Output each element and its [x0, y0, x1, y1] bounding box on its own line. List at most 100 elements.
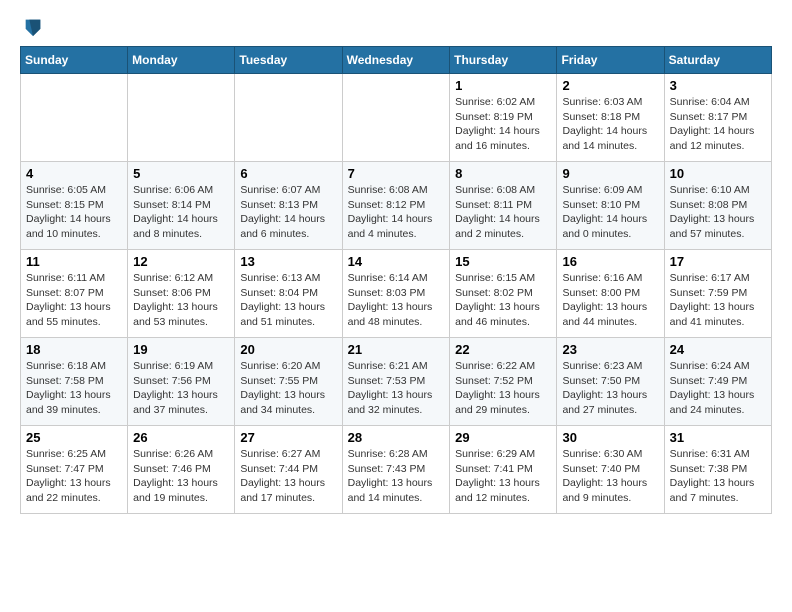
calendar-cell: 2 Sunrise: 6:03 AM Sunset: 8:18 PM Daylig…	[557, 74, 664, 162]
day-info: Sunrise: 6:06 AM Sunset: 8:14 PM Dayligh…	[133, 183, 229, 242]
day-number: 3	[670, 78, 766, 93]
calendar-header-tuesday: Tuesday	[235, 47, 342, 74]
calendar-cell: 14 Sunrise: 6:14 AM Sunset: 8:03 PM Dayli…	[342, 250, 450, 338]
calendar-cell: 26 Sunrise: 6:26 AM Sunset: 7:46 PM Dayli…	[128, 426, 235, 514]
day-number: 17	[670, 254, 766, 269]
calendar-cell: 31Sunrise: 6:31 AM Sunset: 7:38 PM Dayli…	[664, 426, 771, 514]
day-number: 4	[26, 166, 122, 181]
calendar-cell: 10Sunrise: 6:10 AM Sunset: 8:08 PM Dayli…	[664, 162, 771, 250]
day-info: Sunrise: 6:16 AM Sunset: 8:00 PM Dayligh…	[562, 271, 658, 330]
day-number: 26	[133, 430, 229, 445]
day-number: 25	[26, 430, 122, 445]
day-info: Sunrise: 6:15 AM Sunset: 8:02 PM Dayligh…	[455, 271, 551, 330]
day-number: 22	[455, 342, 551, 357]
day-number: 8	[455, 166, 551, 181]
day-info: Sunrise: 6:13 AM Sunset: 8:04 PM Dayligh…	[240, 271, 336, 330]
day-number: 1	[455, 78, 551, 93]
day-number: 11	[26, 254, 122, 269]
day-number: 27	[240, 430, 336, 445]
calendar-header-row: SundayMondayTuesdayWednesdayThursdayFrid…	[21, 47, 772, 74]
day-number: 20	[240, 342, 336, 357]
day-info: Sunrise: 6:08 AM Sunset: 8:11 PM Dayligh…	[455, 183, 551, 242]
day-info: Sunrise: 6:21 AM Sunset: 7:53 PM Dayligh…	[348, 359, 445, 418]
calendar-cell: 9Sunrise: 6:09 AM Sunset: 8:10 PM Daylig…	[557, 162, 664, 250]
day-number: 30	[562, 430, 658, 445]
calendar-table: SundayMondayTuesdayWednesdayThursdayFrid…	[20, 46, 772, 514]
calendar-cell	[342, 74, 450, 162]
calendar-cell: 3 Sunrise: 6:04 AM Sunset: 8:17 PM Daylig…	[664, 74, 771, 162]
day-info: Sunrise: 6:07 AM Sunset: 8:13 PM Dayligh…	[240, 183, 336, 242]
calendar-week-row: 11 Sunrise: 6:11 AM Sunset: 8:07 PM Dayli…	[21, 250, 772, 338]
day-info: Sunrise: 6:19 AM Sunset: 7:56 PM Dayligh…	[133, 359, 229, 418]
calendar-week-row: 18 Sunrise: 6:18 AM Sunset: 7:58 PM Dayli…	[21, 338, 772, 426]
day-number: 24	[670, 342, 766, 357]
calendar-cell: 17Sunrise: 6:17 AM Sunset: 7:59 PM Dayli…	[664, 250, 771, 338]
day-info: Sunrise: 6:30 AM Sunset: 7:40 PM Dayligh…	[562, 447, 658, 506]
day-number: 23	[562, 342, 658, 357]
day-info: Sunrise: 6:02 AM Sunset: 8:19 PM Dayligh…	[455, 95, 551, 154]
calendar-cell: 13 Sunrise: 6:13 AM Sunset: 8:04 PM Dayli…	[235, 250, 342, 338]
day-info: Sunrise: 6:20 AM Sunset: 7:55 PM Dayligh…	[240, 359, 336, 418]
day-info: Sunrise: 6:23 AM Sunset: 7:50 PM Dayligh…	[562, 359, 658, 418]
day-info: Sunrise: 6:05 AM Sunset: 8:15 PM Dayligh…	[26, 183, 122, 242]
calendar-cell: 15 Sunrise: 6:15 AM Sunset: 8:02 PM Dayli…	[450, 250, 557, 338]
day-info: Sunrise: 6:09 AM Sunset: 8:10 PM Dayligh…	[562, 183, 658, 242]
day-info: Sunrise: 6:26 AM Sunset: 7:46 PM Dayligh…	[133, 447, 229, 506]
calendar-header-monday: Monday	[128, 47, 235, 74]
calendar-week-row: 25 Sunrise: 6:25 AM Sunset: 7:47 PM Dayli…	[21, 426, 772, 514]
calendar-cell: 16 Sunrise: 6:16 AM Sunset: 8:00 PM Dayli…	[557, 250, 664, 338]
calendar-cell: 29 Sunrise: 6:29 AM Sunset: 7:41 PM Dayli…	[450, 426, 557, 514]
day-info: Sunrise: 6:18 AM Sunset: 7:58 PM Dayligh…	[26, 359, 122, 418]
day-number: 19	[133, 342, 229, 357]
calendar-cell: 6 Sunrise: 6:07 AM Sunset: 8:13 PM Daylig…	[235, 162, 342, 250]
day-number: 28	[348, 430, 445, 445]
day-info: Sunrise: 6:29 AM Sunset: 7:41 PM Dayligh…	[455, 447, 551, 506]
day-number: 6	[240, 166, 336, 181]
calendar-cell	[21, 74, 128, 162]
logo-arrow-icon	[22, 16, 44, 38]
day-info: Sunrise: 6:25 AM Sunset: 7:47 PM Dayligh…	[26, 447, 122, 506]
calendar-cell	[128, 74, 235, 162]
calendar-cell: 30 Sunrise: 6:30 AM Sunset: 7:40 PM Dayli…	[557, 426, 664, 514]
calendar-header-thursday: Thursday	[450, 47, 557, 74]
day-info: Sunrise: 6:31 AM Sunset: 7:38 PM Dayligh…	[670, 447, 766, 506]
day-info: Sunrise: 6:04 AM Sunset: 8:17 PM Dayligh…	[670, 95, 766, 154]
day-number: 5	[133, 166, 229, 181]
calendar-cell: 22 Sunrise: 6:22 AM Sunset: 7:52 PM Dayli…	[450, 338, 557, 426]
day-info: Sunrise: 6:28 AM Sunset: 7:43 PM Dayligh…	[348, 447, 445, 506]
calendar-cell: 28 Sunrise: 6:28 AM Sunset: 7:43 PM Dayli…	[342, 426, 450, 514]
logo	[20, 16, 44, 38]
calendar-header-friday: Friday	[557, 47, 664, 74]
day-number: 13	[240, 254, 336, 269]
calendar-week-row: 1 Sunrise: 6:02 AM Sunset: 8:19 PM Daylig…	[21, 74, 772, 162]
day-number: 29	[455, 430, 551, 445]
day-number: 16	[562, 254, 658, 269]
calendar-cell: 25 Sunrise: 6:25 AM Sunset: 7:47 PM Dayli…	[21, 426, 128, 514]
calendar-week-row: 4 Sunrise: 6:05 AM Sunset: 8:15 PM Daylig…	[21, 162, 772, 250]
day-number: 12	[133, 254, 229, 269]
calendar-cell: 11 Sunrise: 6:11 AM Sunset: 8:07 PM Dayli…	[21, 250, 128, 338]
day-number: 14	[348, 254, 445, 269]
day-info: Sunrise: 6:12 AM Sunset: 8:06 PM Dayligh…	[133, 271, 229, 330]
day-info: Sunrise: 6:11 AM Sunset: 8:07 PM Dayligh…	[26, 271, 122, 330]
calendar-cell: 23 Sunrise: 6:23 AM Sunset: 7:50 PM Dayli…	[557, 338, 664, 426]
day-number: 2	[562, 78, 658, 93]
day-number: 15	[455, 254, 551, 269]
calendar-cell: 12 Sunrise: 6:12 AM Sunset: 8:06 PM Dayli…	[128, 250, 235, 338]
day-info: Sunrise: 6:10 AM Sunset: 8:08 PM Dayligh…	[670, 183, 766, 242]
calendar-cell	[235, 74, 342, 162]
day-info: Sunrise: 6:08 AM Sunset: 8:12 PM Dayligh…	[348, 183, 445, 242]
day-number: 7	[348, 166, 445, 181]
calendar-cell: 18 Sunrise: 6:18 AM Sunset: 7:58 PM Dayli…	[21, 338, 128, 426]
day-number: 18	[26, 342, 122, 357]
calendar-cell: 5 Sunrise: 6:06 AM Sunset: 8:14 PM Daylig…	[128, 162, 235, 250]
day-info: Sunrise: 6:22 AM Sunset: 7:52 PM Dayligh…	[455, 359, 551, 418]
calendar-cell: 19 Sunrise: 6:19 AM Sunset: 7:56 PM Dayli…	[128, 338, 235, 426]
calendar-cell: 7 Sunrise: 6:08 AM Sunset: 8:12 PM Daylig…	[342, 162, 450, 250]
day-info: Sunrise: 6:03 AM Sunset: 8:18 PM Dayligh…	[562, 95, 658, 154]
day-number: 21	[348, 342, 445, 357]
day-info: Sunrise: 6:14 AM Sunset: 8:03 PM Dayligh…	[348, 271, 445, 330]
calendar-cell: 21 Sunrise: 6:21 AM Sunset: 7:53 PM Dayli…	[342, 338, 450, 426]
calendar-header-wednesday: Wednesday	[342, 47, 450, 74]
calendar-cell: 4 Sunrise: 6:05 AM Sunset: 8:15 PM Daylig…	[21, 162, 128, 250]
